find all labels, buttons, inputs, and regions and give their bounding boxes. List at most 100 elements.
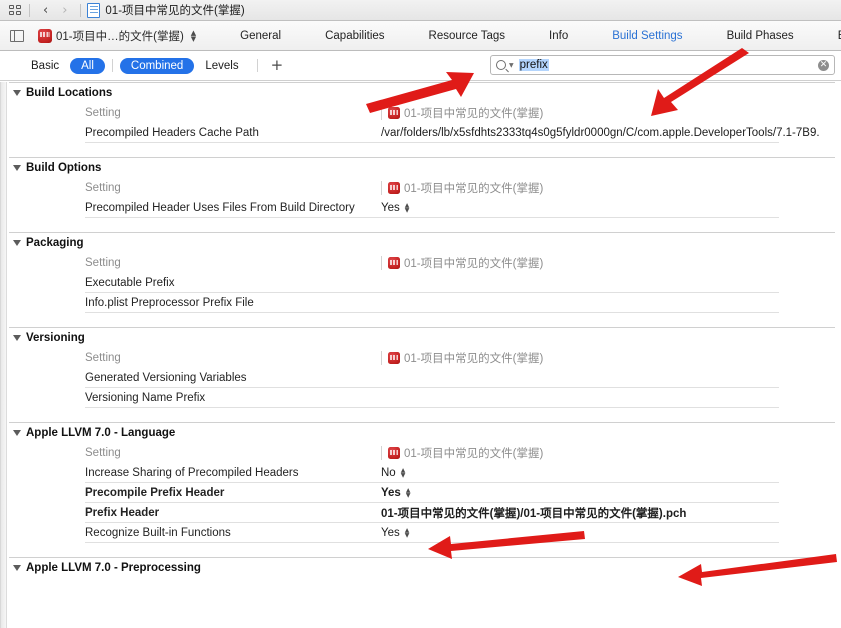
- settings-section: Build Locations Setting 01-项目中常见的文件(掌握) Pre…: [1, 82, 841, 157]
- project-editor-tab-bar: 01-项目中…的文件(掌握) ▲ ▼ General Capabilities …: [0, 21, 841, 51]
- section-title: Apple LLVM 7.0 - Preprocessing: [26, 562, 201, 574]
- setting-value[interactable]: 01-项目中常见的文件(掌握)/01-项目中常见的文件(掌握).pch: [381, 505, 686, 521]
- disclosure-triangle-icon[interactable]: [13, 165, 21, 171]
- setting-row[interactable]: Executable Prefix: [85, 273, 779, 293]
- tab-resource-tags[interactable]: Resource Tags: [407, 30, 528, 42]
- chevron-updown-icon[interactable]: ▲ ▼: [406, 487, 411, 498]
- setting-row[interactable]: Precompiled Headers Cache Path/var/folde…: [85, 123, 820, 143]
- navigator-toggle-icon[interactable]: [10, 29, 24, 42]
- filter-basic[interactable]: Basic: [20, 58, 70, 74]
- divider: [29, 3, 30, 17]
- setting-value[interactable]: Yes ▲ ▼: [381, 527, 409, 539]
- table-column-header: Setting 01-项目中常见的文件(掌握): [1, 253, 841, 273]
- disclosure-triangle-icon[interactable]: [13, 90, 21, 96]
- add-setting-button[interactable]: +: [265, 58, 290, 73]
- column-header-setting: Setting: [85, 257, 121, 269]
- search-icon[interactable]: [496, 60, 506, 70]
- setting-row[interactable]: Prefix Header 01-项目中常见的文件(掌握)/01-项目中常见的文件…: [85, 503, 779, 523]
- target-name-label: 01-项目中常见的文件(掌握): [404, 448, 544, 460]
- tab-build-settings[interactable]: Build Settings: [590, 30, 704, 42]
- table-column-header: Setting 01-项目中常见的文件(掌握): [1, 443, 841, 463]
- disclosure-triangle-icon[interactable]: [13, 430, 21, 436]
- column-header-target: 01-项目中常见的文件(掌握): [381, 351, 543, 365]
- breadcrumb[interactable]: 01-项目中常见的文件(掌握): [105, 2, 244, 18]
- setting-name: Precompiled Header Uses Files From Build…: [85, 201, 355, 214]
- section-header[interactable]: Apple LLVM 7.0 - Language: [1, 423, 841, 443]
- xcode-project-editor-window: ‹ › 01-项目中常见的文件(掌握) 01-项目中…的文件(掌握) ▲ ▼ G…: [0, 0, 841, 628]
- section-header[interactable]: Build Locations: [1, 83, 841, 103]
- divider: [111, 59, 113, 72]
- xcode-project-icon: [388, 352, 400, 364]
- setting-value-text: 01-项目中常见的文件(掌握)/01-项目中常见的文件(掌握).pch: [381, 507, 687, 520]
- section-header[interactable]: Versioning: [1, 328, 841, 348]
- table-column-header: Setting 01-项目中常见的文件(掌握): [1, 178, 841, 198]
- back-chevron-icon[interactable]: ‹: [36, 4, 55, 17]
- setting-row[interactable]: Increase Sharing of Precompiled Headers N…: [85, 463, 779, 483]
- forward-chevron-icon[interactable]: ›: [55, 4, 74, 17]
- section-header[interactable]: Build Options: [1, 158, 841, 178]
- disclosure-triangle-icon[interactable]: [13, 240, 21, 246]
- clear-search-icon[interactable]: ✕: [818, 59, 829, 71]
- setting-value[interactable]: Yes ▲ ▼: [381, 487, 410, 499]
- section-header[interactable]: Packaging: [1, 233, 841, 253]
- setting-name: Prefix Header: [85, 506, 160, 519]
- setting-name: Versioning Name Prefix: [85, 391, 206, 404]
- setting-row[interactable]: Recognize Built-in Functions Yes ▲ ▼: [85, 523, 779, 543]
- search-field[interactable]: ▼ prefix ✕: [490, 55, 835, 75]
- setting-value[interactable]: /var/folders/lb/x5sfdhts2333tq4s0g5fyldr…: [381, 127, 820, 139]
- chevron-down-icon: ▼: [404, 206, 410, 214]
- chevron-updown-icon[interactable]: ▲ ▼: [401, 467, 406, 478]
- tab-general[interactable]: General: [218, 30, 303, 42]
- setting-name: Executable Prefix: [85, 276, 175, 289]
- disclosure-triangle-icon[interactable]: [13, 565, 21, 571]
- setting-value[interactable]: No ▲ ▼: [381, 467, 405, 479]
- tab-build-phases[interactable]: Build Phases: [705, 30, 816, 42]
- tab-build-rules[interactable]: Build R: [816, 30, 841, 42]
- setting-row[interactable]: Info.plist Preprocessor Prefix File: [85, 293, 779, 313]
- filter-combined[interactable]: Combined: [119, 57, 195, 74]
- chevron-down-icon[interactable]: ▼: [509, 62, 514, 69]
- xcode-project-icon: [388, 447, 400, 459]
- setting-value-text: /var/folders/lb/x5sfdhts2333tq4s0g5fyldr…: [381, 126, 820, 139]
- section-title: Versioning: [26, 332, 85, 344]
- setting-value-text: Yes: [381, 201, 400, 214]
- related-items-icon[interactable]: [9, 4, 23, 16]
- settings-section: Apple LLVM 7.0 - Language Setting 01-项目中常见…: [1, 422, 841, 557]
- setting-name: Increase Sharing of Precompiled Headers: [85, 466, 299, 479]
- project-name-label: 01-项目中…的文件(掌握): [56, 30, 184, 43]
- setting-name: Precompile Prefix Header: [85, 486, 225, 499]
- column-header-setting: Setting: [85, 447, 121, 459]
- filter-all[interactable]: All: [70, 57, 105, 74]
- section-title: Apple LLVM 7.0 - Language: [26, 427, 176, 439]
- setting-value[interactable]: Yes ▲ ▼: [381, 202, 409, 214]
- filter-levels[interactable]: Levels: [194, 58, 249, 74]
- column-header-setting: Setting: [85, 182, 121, 194]
- build-settings-table[interactable]: Build Locations Setting 01-项目中常见的文件(掌握) Pre…: [0, 82, 841, 628]
- project-target-selector[interactable]: 01-项目中…的文件(掌握) ▲ ▼: [38, 28, 196, 44]
- tab-capabilities[interactable]: Capabilities: [303, 30, 406, 42]
- tab-info[interactable]: Info: [527, 30, 590, 42]
- divider: [80, 3, 82, 17]
- target-name-label: 01-项目中常见的文件(掌握): [404, 108, 544, 120]
- setting-row[interactable]: Versioning Name Prefix: [85, 388, 779, 408]
- setting-row[interactable]: Precompile Prefix Header Yes ▲ ▼: [85, 483, 779, 503]
- column-header-target: 01-项目中常见的文件(掌握): [381, 181, 543, 195]
- column-header-setting: Setting: [85, 352, 121, 364]
- divider: [256, 59, 258, 72]
- setting-name: Generated Versioning Variables: [85, 371, 247, 384]
- search-input[interactable]: prefix: [518, 59, 549, 71]
- chevron-updown-icon[interactable]: ▲ ▼: [191, 29, 196, 42]
- chevron-updown-icon[interactable]: ▲ ▼: [404, 202, 410, 214]
- section-header[interactable]: Apple LLVM 7.0 - Preprocessing: [1, 558, 841, 578]
- settings-sections: Build Locations Setting 01-项目中常见的文件(掌握) Pre…: [1, 82, 841, 592]
- chevron-updown-icon[interactable]: ▲ ▼: [404, 527, 410, 539]
- setting-row[interactable]: Generated Versioning Variables: [85, 368, 779, 388]
- setting-name: Info.plist Preprocessor Prefix File: [85, 296, 254, 309]
- setting-row[interactable]: Precompiled Header Uses Files From Build…: [85, 198, 779, 218]
- setting-value-text: No: [381, 466, 396, 479]
- chevron-down-icon: ▼: [404, 531, 410, 539]
- disclosure-triangle-icon[interactable]: [13, 335, 21, 341]
- settings-section: Apple LLVM 7.0 - Preprocessing: [1, 557, 841, 592]
